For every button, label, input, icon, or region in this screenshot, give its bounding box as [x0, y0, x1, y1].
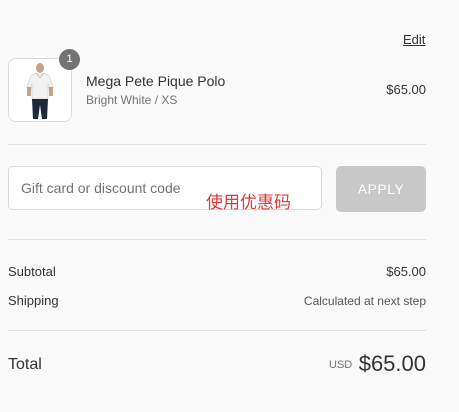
cart-line-item: 1 Mega Pete Pique Polo Bright White / XS…	[8, 49, 426, 122]
shipping-value: Calculated at next step	[303, 294, 426, 308]
total-currency: USD	[329, 359, 353, 371]
polo-shirt-photo	[9, 59, 71, 121]
quantity-badge: 1	[59, 49, 80, 70]
total-label: Total	[8, 356, 42, 373]
divider	[8, 239, 426, 240]
divider	[8, 144, 426, 145]
apply-button[interactable]: APPLY	[336, 166, 426, 212]
product-name: Mega Pete Pique Polo	[86, 73, 226, 89]
shipping-label: Shipping	[8, 293, 59, 308]
subtotal-value: $65.00	[386, 264, 426, 279]
edit-cart-link[interactable]: Edit	[403, 32, 425, 47]
total-amount: $65.00	[358, 351, 426, 376]
subtotal-label: Subtotal	[8, 264, 56, 279]
discount-annotation: 使用优惠码	[206, 193, 291, 213]
product-variant: Bright White / XS	[86, 93, 178, 107]
divider	[8, 330, 426, 331]
product-price: $65.00	[386, 82, 426, 97]
